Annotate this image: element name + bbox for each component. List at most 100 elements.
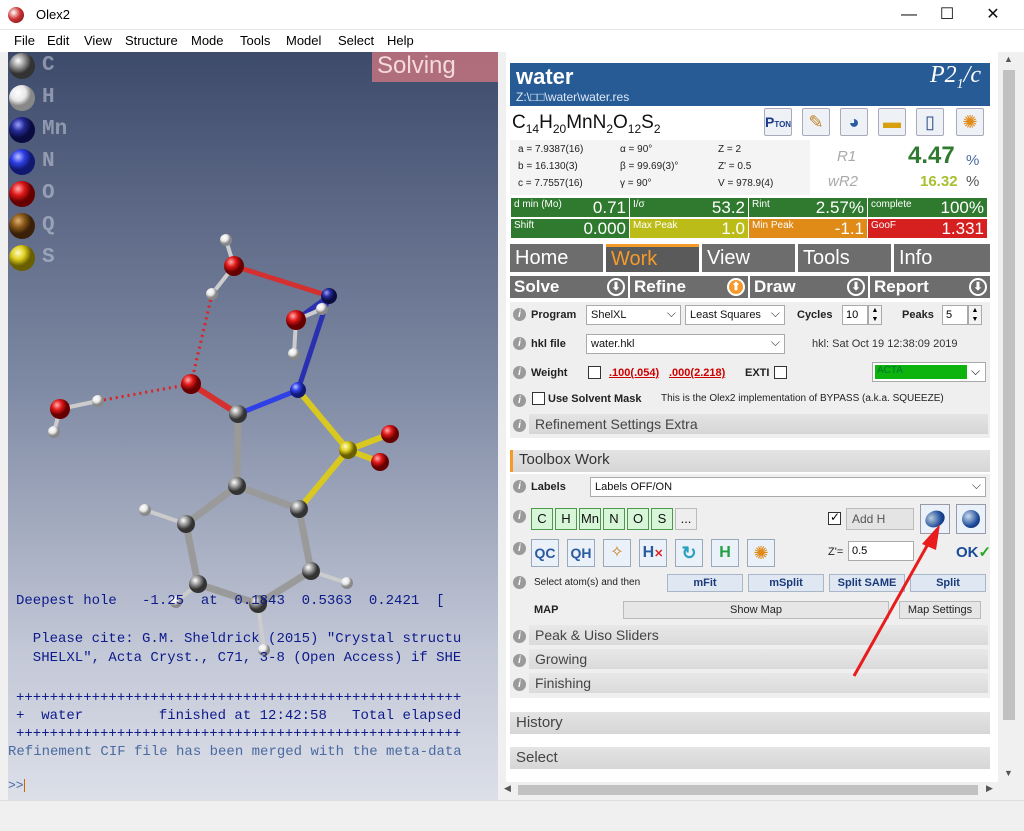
legend-label-q: Q xyxy=(42,214,55,237)
weight-a-link[interactable]: .100(.054) xyxy=(609,367,659,379)
exti-checkbox[interactable] xyxy=(774,366,787,379)
legend-c-sphere xyxy=(9,53,35,79)
tab-work[interactable]: Work xyxy=(606,244,699,272)
q-to-c-icon[interactable]: QC xyxy=(531,539,559,567)
tab-view[interactable]: View xyxy=(702,244,795,272)
msplit-button[interactable]: mSplit xyxy=(748,574,824,592)
subtab-report[interactable]: Report ⬇ xyxy=(870,276,990,298)
info-icon[interactable]: i xyxy=(513,510,526,523)
info-icon[interactable]: i xyxy=(513,480,526,493)
stat-complete: complete 100% xyxy=(868,198,987,217)
menu-structure[interactable]: Structure xyxy=(125,33,178,48)
scroll-thumb[interactable] xyxy=(1003,70,1015,720)
info-icon[interactable]: i xyxy=(513,542,526,555)
element-n-button[interactable]: N xyxy=(603,508,625,530)
weight-b-link[interactable]: .000(2.218) xyxy=(669,367,725,379)
structure-path: Z:\□□\water\water.res xyxy=(516,90,630,104)
info-icon[interactable]: i xyxy=(513,419,526,432)
method-select[interactable]: Least Squares xyxy=(685,305,785,325)
info-icon[interactable]: i xyxy=(513,394,526,407)
mfit-button[interactable]: mFit xyxy=(667,574,743,592)
pton-icon[interactable]: PTON xyxy=(764,108,792,136)
info-icon[interactable]: i xyxy=(513,308,526,321)
toolbox-work-header[interactable]: Toolbox Work xyxy=(510,450,990,472)
hkl-select[interactable]: water.hkl xyxy=(586,334,785,354)
cell-gamma: γ = 90° xyxy=(620,178,652,189)
peaks-input[interactable]: 5 xyxy=(942,305,968,325)
menu-edit[interactable]: Edit xyxy=(47,33,69,48)
scroll-left-icon[interactable]: ◀ xyxy=(504,783,511,794)
element-c-button[interactable]: C xyxy=(531,508,553,530)
brush-sphere-icon[interactable]: ◕ xyxy=(840,108,868,136)
legend-label-n: N xyxy=(42,150,55,173)
menu-mode[interactable]: Mode xyxy=(191,33,224,48)
q-to-h-icon[interactable]: QH xyxy=(567,539,595,567)
pane-splitter[interactable] xyxy=(498,52,506,800)
peaks-stepper[interactable]: ▲ ▼ xyxy=(968,305,982,325)
delete-h-icon[interactable]: H✕ xyxy=(639,539,667,567)
sphere-button[interactable] xyxy=(956,504,986,534)
acta-select[interactable]: ACTA ⌵ xyxy=(872,362,986,382)
menu-file[interactable]: File xyxy=(14,33,35,48)
select-section[interactable]: Select xyxy=(510,747,990,769)
select-atoms-text: Select atom(s) and then xyxy=(534,577,641,588)
scroll-down-icon[interactable]: ▼ xyxy=(1004,768,1013,778)
vertical-scrollbar[interactable]: ▲ ▼ xyxy=(1000,52,1018,782)
info-icon[interactable]: i xyxy=(513,654,526,667)
menu-help[interactable]: Help xyxy=(387,33,414,48)
menu-tools[interactable]: Tools xyxy=(240,33,270,48)
solvent-mask-note: This is the Olex2 implementation of BYPA… xyxy=(661,393,944,404)
more-elements-button[interactable]: ... xyxy=(675,508,697,530)
crystal-cell-icon[interactable]: ✺ xyxy=(956,108,984,136)
cycles-stepper[interactable]: ▲ ▼ xyxy=(868,305,882,325)
info-icon[interactable]: i xyxy=(513,366,526,379)
labels-select[interactable]: Labels OFF/ON xyxy=(590,477,986,497)
scroll-right-icon[interactable]: ▶ xyxy=(986,783,993,794)
notepad-icon[interactable]: ▯ xyxy=(916,108,944,136)
element-mn-button[interactable]: Mn xyxy=(579,508,601,530)
rotate-icon[interactable]: ↻ xyxy=(675,539,703,567)
acta-value: ACTA xyxy=(875,365,967,379)
console-input[interactable]: >> xyxy=(8,778,498,798)
hscroll-thumb[interactable] xyxy=(518,785,978,795)
console-merged-message: Refinement CIF file has been merged with… xyxy=(8,744,462,760)
element-o-button[interactable]: O xyxy=(627,508,649,530)
subtab-solve[interactable]: Solve ⬇ xyxy=(510,276,628,298)
cycles-input[interactable]: 10 xyxy=(842,305,868,325)
info-icon[interactable]: i xyxy=(513,630,526,643)
pencil-edit-icon[interactable]: ✎ xyxy=(802,108,830,136)
tab-home[interactable]: Home xyxy=(510,244,603,272)
molecule-viewport[interactable]: C H Mn N O Q S Deepest hole -1.25 at 0.1… xyxy=(8,52,498,800)
tab-tools[interactable]: Tools xyxy=(798,244,891,272)
tab-info[interactable]: Info xyxy=(894,244,990,272)
refinement-settings-extra[interactable]: Refinement Settings Extra xyxy=(529,414,988,434)
map-label: MAP xyxy=(534,604,559,616)
element-h-button[interactable]: H xyxy=(555,508,577,530)
structure-name: water xyxy=(516,64,574,89)
info-icon[interactable]: i xyxy=(513,576,526,589)
close-button[interactable]: ✕ xyxy=(970,0,1016,30)
ok-check-icon[interactable]: OK✓ xyxy=(956,538,991,568)
scroll-up-icon[interactable]: ▲ xyxy=(1004,54,1013,64)
molecule-graphic[interactable] xyxy=(8,52,498,800)
menu-view[interactable]: View xyxy=(84,33,112,48)
title-bar xyxy=(0,0,1024,30)
solvent-mask-checkbox[interactable] xyxy=(532,392,545,405)
subtab-draw[interactable]: Draw ⬇ xyxy=(750,276,868,298)
folder-open-icon[interactable]: ▬ xyxy=(878,108,906,136)
element-s-button[interactable]: S xyxy=(651,508,673,530)
menu-model[interactable]: Model xyxy=(286,33,321,48)
clean-broom-icon[interactable]: ✧ xyxy=(603,539,631,567)
maximize-button[interactable]: ☐ xyxy=(924,0,970,30)
cell-c: c = 7.7557(16) xyxy=(518,178,583,189)
hfix-icon[interactable]: H xyxy=(711,539,739,567)
horizontal-scrollbar[interactable]: ◀ ▶ xyxy=(500,782,1000,798)
subtab-refine[interactable]: Refine ⬆ xyxy=(630,276,748,298)
history-section[interactable]: History xyxy=(510,712,990,734)
info-icon[interactable]: i xyxy=(513,337,526,350)
cell-toggle-icon[interactable]: ✺ xyxy=(747,539,775,567)
menu-select[interactable]: Select xyxy=(338,33,374,48)
program-select[interactable]: ShelXL xyxy=(586,305,681,325)
info-icon[interactable]: i xyxy=(513,678,526,691)
weight-checkbox[interactable] xyxy=(588,366,601,379)
